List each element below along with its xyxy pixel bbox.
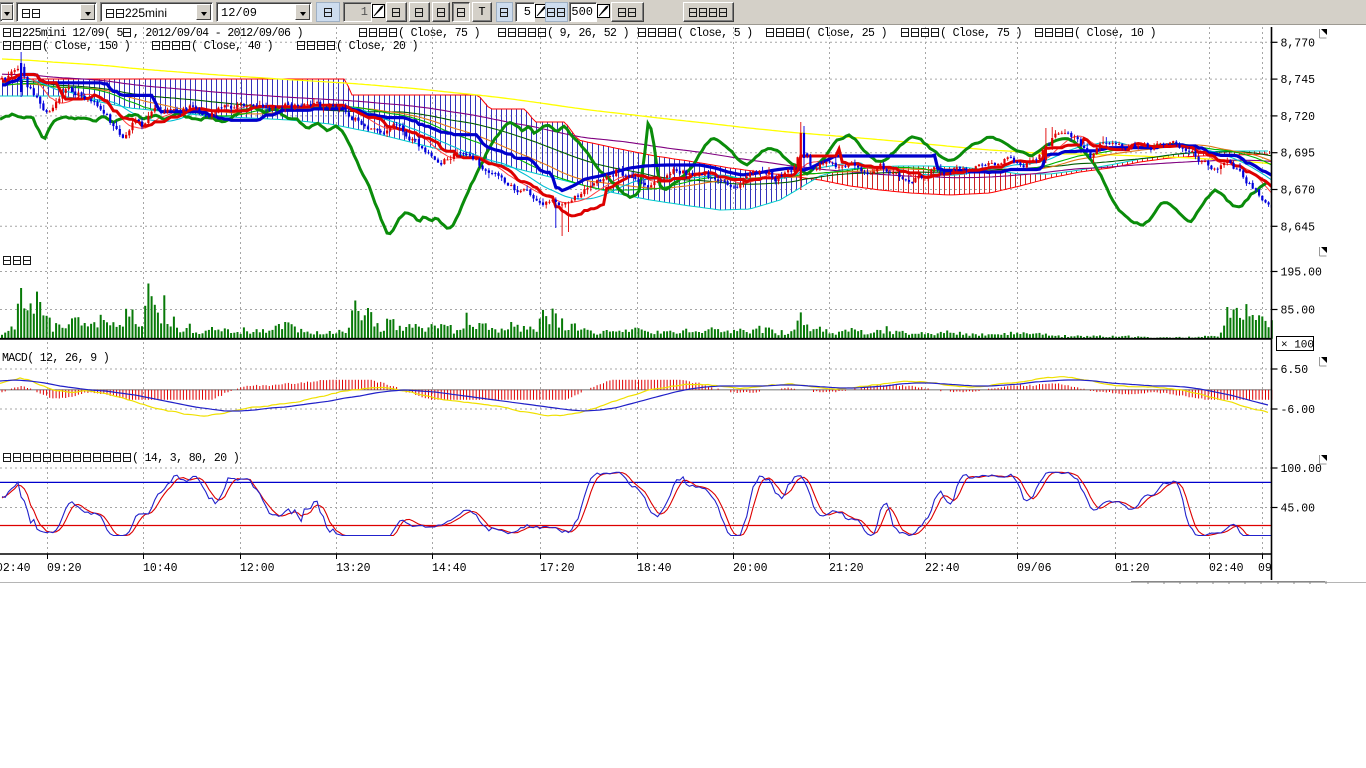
svg-text:8,720: 8,720 (1281, 111, 1316, 124)
svg-text:09/06: 09/06 (1017, 562, 1052, 575)
svg-text:17:20: 17:20 (540, 562, 575, 575)
svg-text:18:40: 18:40 (637, 562, 672, 575)
svg-text:01:20: 01:20 (1115, 562, 1150, 575)
svg-text:02:40: 02:40 (0, 562, 31, 575)
svg-text:13:20: 13:20 (336, 562, 371, 575)
svg-text:195.00: 195.00 (1281, 267, 1323, 280)
svg-text:20:00: 20:00 (733, 562, 768, 575)
svg-text:09:20: 09:20 (47, 562, 82, 575)
svg-text:14:40: 14:40 (432, 562, 467, 575)
svg-text:100.00: 100.00 (1281, 463, 1323, 476)
svg-text:10:40: 10:40 (143, 562, 178, 575)
svg-text:8,695: 8,695 (1281, 148, 1316, 161)
svg-text:8,770: 8,770 (1281, 37, 1316, 50)
svg-text:× 100: × 100 (1281, 340, 1314, 352)
svg-text:6.50: 6.50 (1281, 364, 1309, 377)
svg-text:8,745: 8,745 (1281, 74, 1316, 87)
svg-text:22:40: 22:40 (925, 562, 960, 575)
svg-text:02:40: 02:40 (1209, 562, 1244, 575)
svg-text:21:20: 21:20 (829, 562, 864, 575)
svg-text:-6.00: -6.00 (1281, 404, 1316, 417)
svg-text:09: 09 (1258, 562, 1272, 575)
svg-text:12:00: 12:00 (240, 562, 275, 575)
svg-text:8,670: 8,670 (1281, 185, 1316, 198)
svg-text:45.00: 45.00 (1281, 503, 1316, 516)
svg-text:8,645: 8,645 (1281, 221, 1316, 234)
svg-text:85.00: 85.00 (1281, 305, 1316, 318)
